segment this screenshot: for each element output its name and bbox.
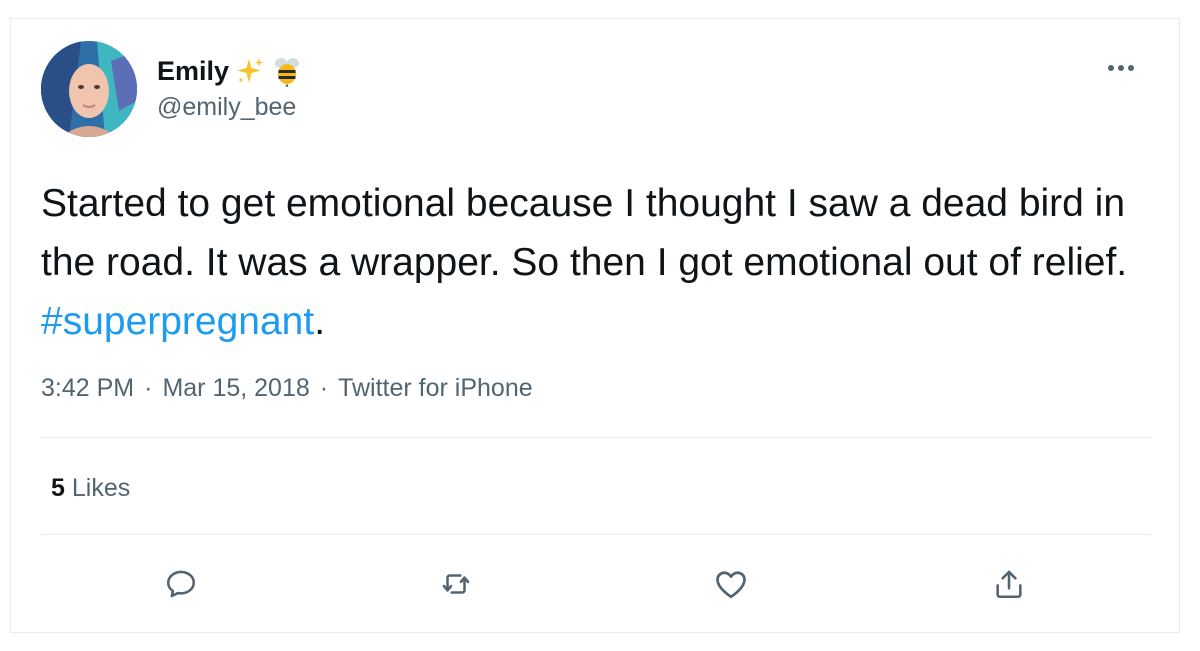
tweet-source[interactable]: Twitter for iPhone: [338, 374, 533, 403]
more-dots-icon: [1108, 65, 1134, 71]
tweet-time[interactable]: 3:42 PM: [41, 374, 134, 403]
display-name[interactable]: Emily: [157, 56, 229, 87]
more-options-button[interactable]: [1101, 53, 1141, 83]
likes-link[interactable]: 5 Likes: [51, 474, 130, 503]
avatar[interactable]: [41, 41, 137, 137]
likes-label: Likes: [71, 474, 131, 502]
tweet-text-body: Started to get emotional because I thoug…: [41, 182, 1128, 284]
divider: [41, 534, 1151, 535]
tweet-text-end: .: [314, 300, 326, 343]
retweet-button[interactable]: [434, 564, 478, 604]
tweet-card: Emily @emily_bee Started to get emotiona…: [10, 18, 1180, 633]
action-bar: [11, 564, 1181, 604]
meta-separator: ·: [319, 374, 329, 402]
divider: [41, 437, 1151, 438]
likes-count: 5: [51, 474, 65, 502]
user-handle[interactable]: @emily_bee: [157, 93, 296, 122]
reply-button[interactable]: [159, 564, 203, 604]
sparkles-icon: [235, 56, 265, 86]
tweet-date[interactable]: Mar 15, 2018: [162, 374, 309, 403]
hashtag-link[interactable]: #superpregnant: [41, 300, 314, 343]
heart-icon: [716, 571, 746, 599]
share-icon: [996, 570, 1022, 599]
author-name-row[interactable]: Emily: [157, 55, 303, 87]
share-button[interactable]: [987, 564, 1031, 604]
reply-icon: [166, 570, 196, 598]
retweet-icon: [442, 574, 470, 594]
meta-separator: ·: [144, 374, 153, 402]
tweet-meta: 3:42 PM · Mar 15, 2018 · Twitter for iPh…: [41, 374, 533, 403]
bee-icon: [271, 55, 303, 87]
tweet-text: Started to get emotional because I thoug…: [41, 174, 1141, 351]
like-button[interactable]: [709, 564, 753, 604]
